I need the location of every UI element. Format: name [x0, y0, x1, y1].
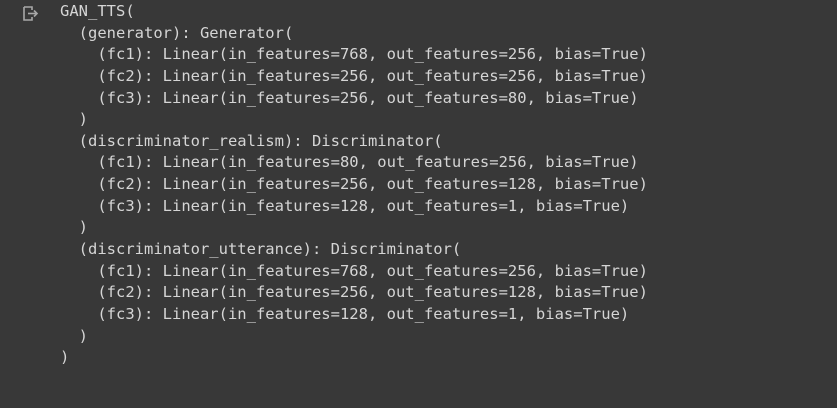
output-line: (discriminator_realism): Discriminator(	[60, 131, 443, 150]
output-redirect-icon[interactable]	[20, 4, 40, 24]
cell-output-area: GAN_TTS( (generator): Generator( (fc1): …	[0, 0, 837, 408]
output-line: (fc1): Linear(in_features=768, out_featu…	[60, 261, 648, 280]
output-line: )	[60, 218, 88, 237]
output-line: (fc3): Linear(in_features=128, out_featu…	[60, 304, 630, 323]
output-line: )	[60, 326, 88, 345]
output-line: )	[60, 348, 70, 367]
output-line: (fc1): Linear(in_features=80, out_featur…	[60, 153, 639, 172]
model-summary-output: GAN_TTS( (generator): Generator( (fc1): …	[60, 1, 648, 369]
output-line: (fc3): Linear(in_features=256, out_featu…	[60, 88, 639, 107]
output-line: (fc2): Linear(in_features=256, out_featu…	[60, 66, 648, 85]
output-line: GAN_TTS(	[60, 2, 135, 20]
output-redirect-icon-graphic	[23, 6, 39, 21]
output-line: )	[60, 110, 88, 129]
output-line: (discriminator_utterance): Discriminator…	[60, 240, 462, 259]
output-line: (fc3): Linear(in_features=128, out_featu…	[60, 196, 630, 215]
output-line: (generator): Generator(	[60, 23, 294, 42]
output-line: (fc2): Linear(in_features=256, out_featu…	[60, 175, 648, 194]
output-line: (fc2): Linear(in_features=256, out_featu…	[60, 283, 648, 302]
output-line: (fc1): Linear(in_features=768, out_featu…	[60, 45, 648, 64]
